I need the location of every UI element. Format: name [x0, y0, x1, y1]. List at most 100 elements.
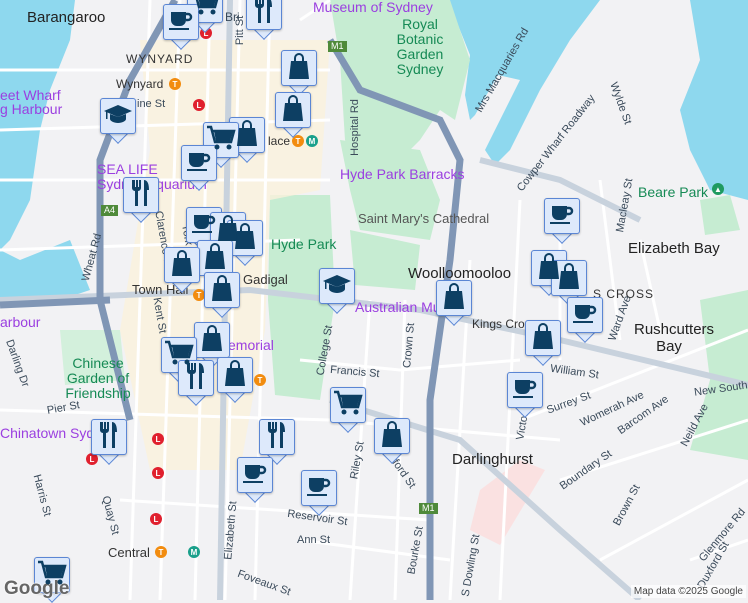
map-marker-coffee[interactable]: [544, 198, 580, 244]
shopping-bag-icon: [557, 262, 581, 295]
train-station-icon: T: [155, 546, 167, 558]
shield-m1: M1: [328, 41, 347, 52]
map-marker-shopping-bag[interactable]: [436, 280, 472, 326]
marker-box: [217, 357, 253, 393]
shopping-bag-icon: [380, 420, 404, 453]
marker-box: [567, 297, 603, 333]
map-marker-shopping-bag[interactable]: [374, 418, 410, 464]
map-marker-shopping-cart[interactable]: [330, 387, 366, 433]
label-barangaroo: Barangaroo: [27, 9, 106, 26]
poi-anzac-memorial[interactable]: emorial: [228, 338, 274, 352]
coffee-icon: [306, 474, 332, 503]
street-hospital-rd: Hospital Rd: [348, 99, 361, 156]
label-woolloomooloo: Woolloomooloo: [408, 265, 512, 282]
poi-hyde-park-barracks[interactable]: Hyde Park Barracks: [340, 167, 464, 181]
marker-box: [91, 419, 127, 455]
map-marker-coffee[interactable]: [163, 4, 199, 50]
map-marker-education[interactable]: [100, 98, 136, 144]
marker-box: [507, 372, 543, 408]
education-icon: [322, 272, 352, 301]
map-marker-coffee[interactable]: [507, 372, 543, 418]
restaurant-icon: [252, 0, 276, 29]
marker-box: [551, 260, 587, 296]
map-marker-shopping-bag[interactable]: [204, 272, 240, 318]
coffee-icon: [572, 301, 598, 330]
station-gadigal[interactable]: Gadigal: [243, 273, 288, 286]
coffee-icon: [186, 149, 212, 178]
marker-box: [374, 418, 410, 454]
shopping-bag-icon: [531, 322, 555, 355]
label-st-marys-cathedral[interactable]: Saint Mary's Cathedral: [358, 212, 489, 225]
map-marker-coffee[interactable]: [301, 470, 337, 516]
marker-box: [281, 50, 317, 86]
map-marker-coffee[interactable]: [181, 145, 217, 191]
map-marker-shopping-bag[interactable]: [217, 357, 253, 403]
label-elizabeth-bay: Elizabeth Bay: [628, 240, 720, 257]
shopping-bag-icon: [203, 242, 227, 275]
woolloomooloo-bay: [448, 0, 600, 165]
station-st-james[interactable]: lace: [268, 135, 290, 147]
restaurant-icon: [97, 421, 121, 454]
map-marker-restaurant[interactable]: [123, 177, 159, 223]
poi-museum-of-sydney[interactable]: Museum of Sydney: [313, 0, 433, 14]
marker-box: [163, 4, 199, 40]
shopping-bag-icon: [442, 282, 466, 315]
street-erskine-st: ine St: [137, 98, 166, 110]
map-marker-restaurant[interactable]: [246, 0, 282, 40]
marker-box: [123, 177, 159, 213]
marker-box: [237, 457, 273, 493]
beare-park: [700, 195, 740, 235]
park-tree-icon: ▲: [712, 183, 724, 195]
marker-box: [178, 360, 214, 396]
marker-box: [164, 247, 200, 283]
map-marker-restaurant[interactable]: [91, 419, 127, 465]
education-icon: [103, 102, 133, 131]
label-rushcutters-bay: Rushcutters Bay: [634, 321, 715, 355]
restaurant-icon: [129, 179, 153, 212]
light-rail-icon: L: [193, 99, 205, 111]
marker-box: [181, 145, 217, 181]
map-marker-restaurant[interactable]: [178, 360, 214, 406]
street-ann-st: Ann St: [297, 534, 331, 546]
poi-harbour[interactable]: arbour: [0, 315, 40, 329]
park-beare-park[interactable]: Beare Park: [638, 185, 708, 199]
street-bridge-st: Bri: [225, 10, 240, 24]
map-marker-coffee[interactable]: [237, 457, 273, 503]
map-marker-shopping-bag[interactable]: [281, 50, 317, 96]
marker-box: [197, 240, 233, 276]
marker-box: [246, 0, 282, 30]
park-hyde-park[interactable]: Hyde Park: [271, 237, 336, 251]
marker-box: [319, 268, 355, 304]
station-wynyard[interactable]: Wynyard: [116, 78, 163, 90]
light-rail-icon: L: [150, 513, 162, 525]
metro-icon: M: [188, 546, 200, 558]
map-marker-shopping-bag[interactable]: [525, 320, 561, 366]
marker-box: [544, 198, 580, 234]
label-darlinghurst: Darlinghurst: [452, 451, 533, 468]
poi-australian-museum[interactable]: Australian Mu: [355, 300, 441, 314]
park-royal-botanic-garden[interactable]: Royal Botanic Garden Sydney: [378, 17, 462, 77]
map-marker-coffee[interactable]: [567, 297, 603, 343]
light-rail-icon: L: [152, 467, 164, 479]
shopping-bag-icon: [281, 94, 305, 127]
map-marker-shopping-bag[interactable]: [164, 247, 200, 293]
restaurant-icon: [265, 421, 289, 454]
marker-box: [275, 92, 311, 128]
shield-a4: A4: [101, 205, 119, 216]
poi-chinatown[interactable]: Chinatown Syd: [0, 426, 94, 440]
park-chinese-garden[interactable]: Chinese Garden of Friendship: [48, 356, 148, 401]
marker-box: [100, 98, 136, 134]
map-marker-shopping-bag[interactable]: [275, 92, 311, 138]
map-marker-education[interactable]: [319, 268, 355, 314]
marker-box: [525, 320, 561, 356]
poi-darling-harbour[interactable]: g Harbour: [0, 102, 62, 116]
coffee-icon: [242, 461, 268, 490]
label-wynyard: WYNYARD: [126, 52, 194, 66]
map-attribution[interactable]: Map data ©2025 Google: [630, 585, 746, 598]
station-central-label[interactable]: Central: [108, 546, 150, 559]
shopping-bag-icon: [287, 52, 311, 85]
train-station-icon: T: [254, 374, 266, 386]
shopping-bag-icon: [200, 324, 224, 357]
poi-king-street-wharf[interactable]: eet Wharf: [0, 88, 61, 102]
shopping-bag-icon: [170, 249, 194, 282]
